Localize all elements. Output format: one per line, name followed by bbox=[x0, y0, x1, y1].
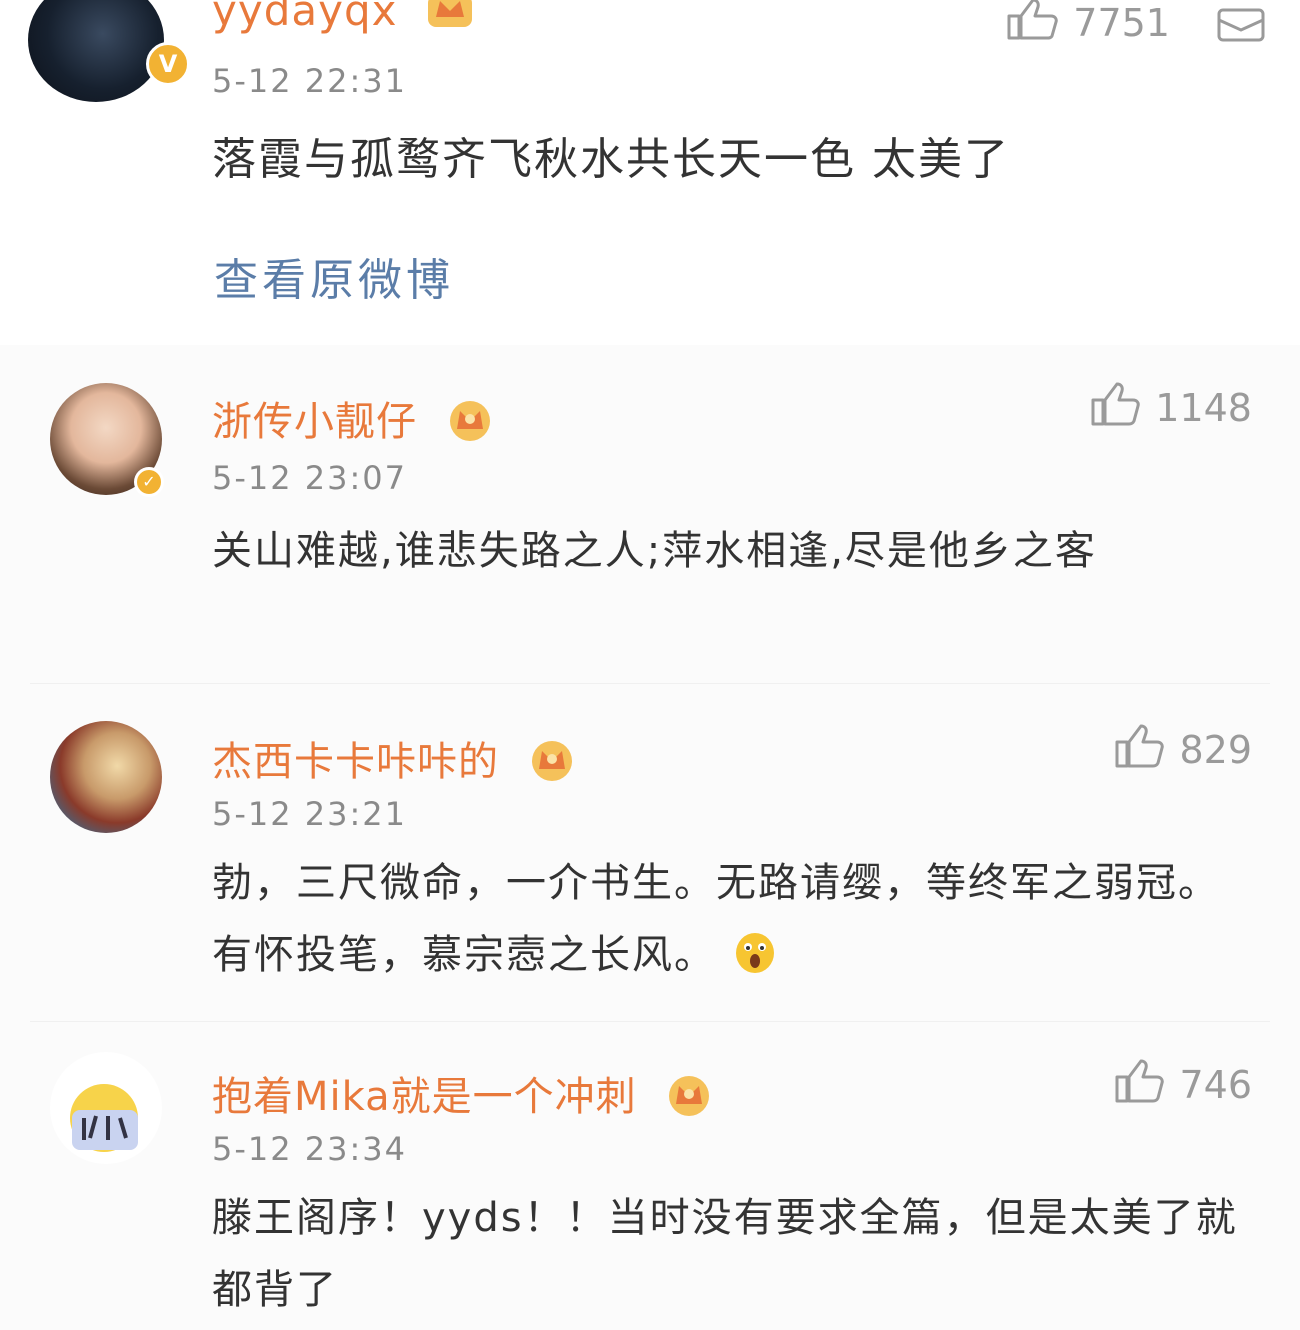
thumbs-up-icon bbox=[1113, 722, 1165, 779]
username-text[interactable]: 抱着Mika就是一个冲刺 bbox=[212, 1074, 637, 1120]
comment-timestamp: 5-12 23:34 bbox=[212, 1130, 408, 1168]
like-count: 746 bbox=[1179, 1063, 1252, 1107]
like-button[interactable]: 829 bbox=[1113, 724, 1252, 775]
comment-item: 杰西卡卡咔咔的 5-12 23:21 829 勃，三尺微命，一介书生。无路请缨，… bbox=[0, 685, 1300, 1020]
comment-item: 抱着Mika就是一个冲刺 5-12 23:34 746 滕王阁序！yyds！！当… bbox=[0, 1022, 1300, 1330]
comment-text: 勃，三尺微命，一介书生。无路请缨，等终军之弱冠。有怀投笔，慕宗悫之长风。 bbox=[212, 847, 1252, 991]
crown-icon bbox=[527, 735, 577, 793]
share-icon[interactable] bbox=[1216, 6, 1266, 50]
like-count: 829 bbox=[1179, 728, 1252, 772]
divider bbox=[30, 683, 1270, 684]
comment-username[interactable]: 浙传小靓仔 bbox=[212, 389, 495, 453]
comment-timestamp: 5-12 23:07 bbox=[212, 459, 408, 497]
like-button[interactable]: 1148 bbox=[1089, 382, 1252, 433]
comment-username[interactable]: 抱着Mika就是一个冲刺 bbox=[212, 1064, 714, 1128]
comment-text: 滕王阁序！yyds！！当时没有要求全篇，但是太美了就都背了 bbox=[212, 1195, 1238, 1313]
like-button[interactable]: 7751 bbox=[1005, 0, 1170, 48]
crown-icon bbox=[426, 0, 474, 39]
comment-item: ✓ 浙传小靓仔 5-12 23:07 1148 关山难越,谁悲失路之人;萍水相逢… bbox=[0, 345, 1300, 685]
post-username[interactable]: yydayqx bbox=[212, 0, 474, 39]
avatar[interactable] bbox=[50, 721, 162, 833]
comment-list: ✓ 浙传小靓仔 5-12 23:07 1148 关山难越,谁悲失路之人;萍水相逢… bbox=[0, 345, 1300, 1330]
thumbs-up-icon bbox=[1005, 0, 1059, 51]
thumbs-up-icon bbox=[1113, 1057, 1165, 1114]
view-original-post-link[interactable]: 查看原微博 bbox=[214, 244, 454, 308]
comment-text: 关山难越,谁悲失路之人;萍水相逢,尽是他乡之客 bbox=[212, 528, 1097, 574]
original-post-card: V yydayqx 5-12 22:31 7751 落霞与孤鹜齐飞秋水共长天一色… bbox=[0, 0, 1300, 345]
comment-timestamp: 5-12 23:21 bbox=[212, 795, 408, 833]
avatar[interactable] bbox=[50, 1052, 162, 1164]
username-text[interactable]: 杰西卡卡咔咔的 bbox=[212, 739, 499, 785]
comment-username[interactable]: 杰西卡卡咔咔的 bbox=[212, 729, 577, 793]
crown-icon bbox=[664, 1070, 714, 1128]
username-text[interactable]: 浙传小靓仔 bbox=[212, 399, 417, 445]
scared-face-emoji-icon bbox=[734, 925, 776, 973]
like-count: 1148 bbox=[1155, 386, 1252, 430]
crown-icon bbox=[445, 395, 495, 453]
avatar[interactable]: ✓ bbox=[50, 383, 164, 497]
verified-v-icon: V bbox=[146, 42, 190, 86]
username-text[interactable]: yydayqx bbox=[212, 0, 397, 35]
avatar[interactable]: V bbox=[28, 0, 190, 102]
thumbs-up-icon bbox=[1089, 380, 1141, 437]
verified-v-icon: ✓ bbox=[134, 467, 164, 497]
comment-text-content: 勃，三尺微命，一介书生。无路请缨，等终军之弱冠。有怀投笔，慕宗悫之长风。 bbox=[212, 860, 1220, 978]
post-text: 落霞与孤鹜齐飞秋水共长天一色 太美了 bbox=[212, 134, 1010, 185]
like-button[interactable]: 746 bbox=[1113, 1059, 1252, 1110]
post-timestamp: 5-12 22:31 bbox=[212, 62, 408, 100]
like-count: 7751 bbox=[1073, 1, 1170, 45]
